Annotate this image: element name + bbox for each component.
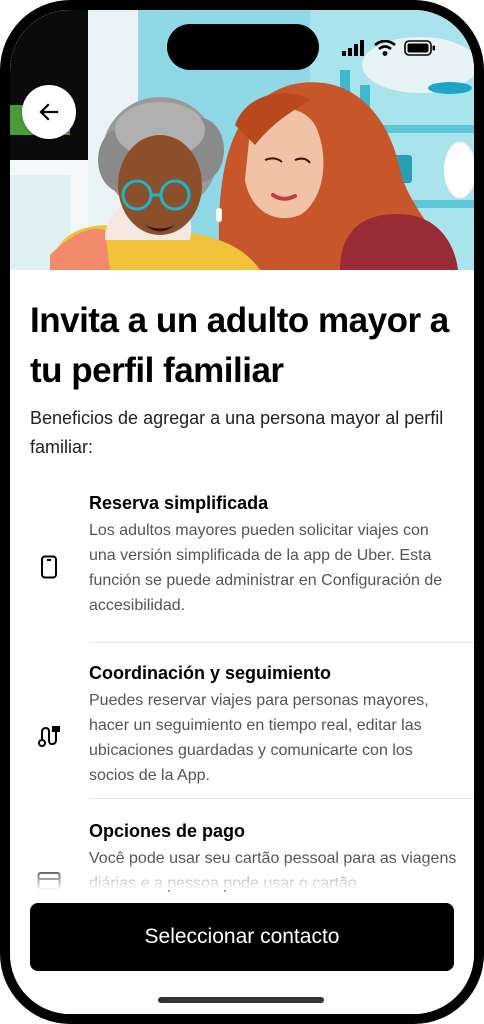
cellular-signal-icon: [342, 40, 364, 56]
benefits-list[interactable]: Reserva simplificada Los adultos mayores…: [10, 485, 474, 895]
benefit-title: Opciones de pago: [89, 821, 246, 841]
battery-icon: [404, 40, 435, 56]
divider: [89, 642, 474, 643]
benefit-description: Puedes reservar viajes para personas may…: [89, 692, 429, 784]
benefit-title: Coordinación y seguimiento: [89, 663, 332, 683]
divider: [89, 798, 474, 799]
intro-text: Beneficios de agregar a una persona mayo…: [30, 408, 444, 457]
status-bar: [342, 40, 436, 56]
page-title: Invita a un adulto mayor a tu perfil fam…: [30, 301, 449, 390]
benefit-description: Los adultos mayores pueden solicitar via…: [89, 522, 443, 614]
select-contact-button[interactable]: Seleccionar contacto: [30, 903, 454, 971]
home-indicator[interactable]: [158, 997, 324, 1003]
scroll-fade: [10, 860, 474, 890]
arrow-left-icon: [39, 103, 59, 121]
phone-icon: [36, 554, 62, 580]
dynamic-island: [167, 24, 319, 70]
content-panel: Invita a un adulto mayor a tu perfil fam…: [10, 270, 474, 1014]
app-screen: Invita a un adulto mayor a tu perfil fam…: [10, 10, 474, 1014]
back-button[interactable]: [22, 85, 76, 139]
benefit-title: Reserva simplificada: [89, 493, 269, 513]
wifi-icon: [374, 40, 396, 56]
phone-frame: Invita a un adulto mayor a tu perfil fam…: [0, 0, 484, 1024]
route-icon: [36, 723, 62, 749]
